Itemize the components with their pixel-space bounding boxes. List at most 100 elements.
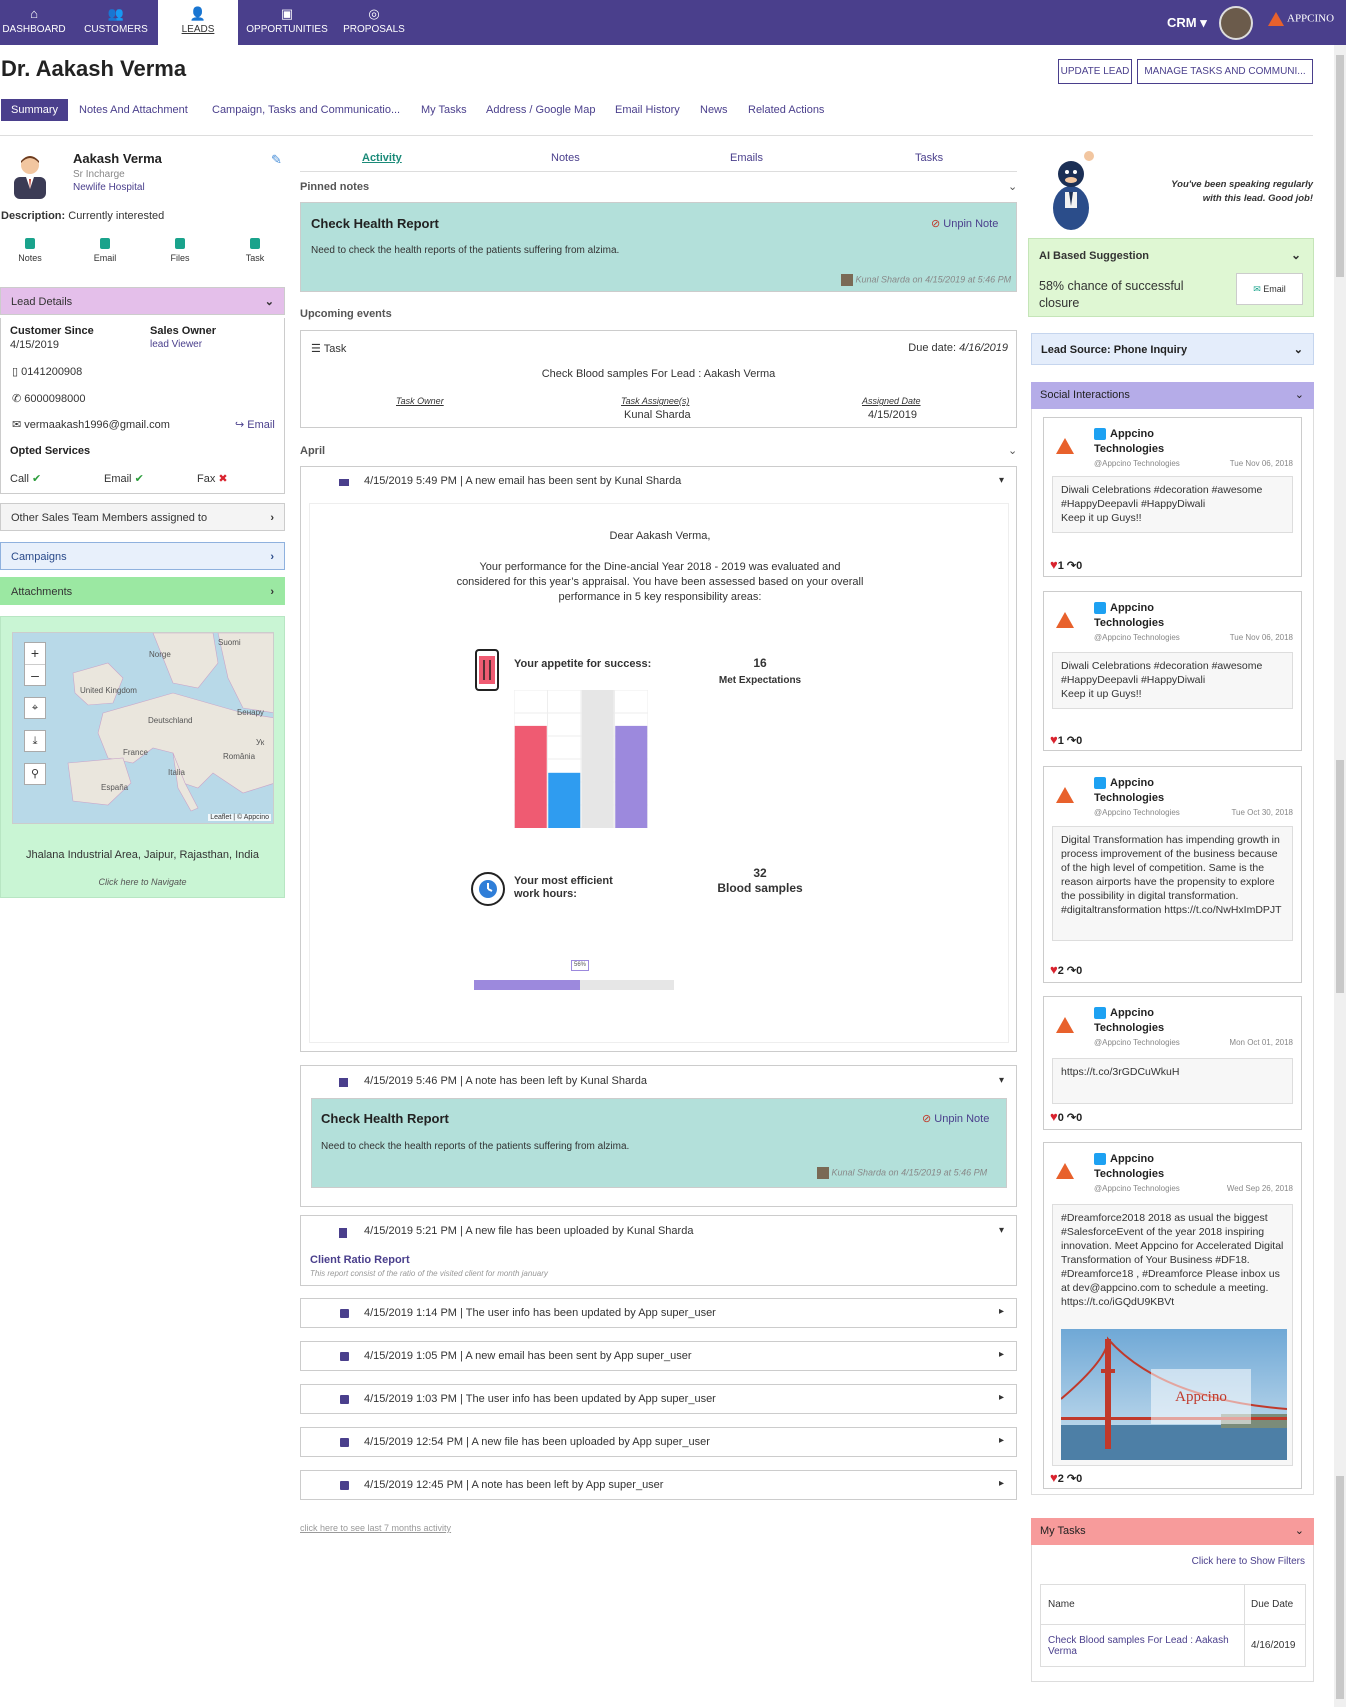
sales-owner-value[interactable]: lead Viewer	[150, 339, 202, 350]
ai-title: AI Based Suggestion	[1039, 250, 1150, 262]
activity-row[interactable]: 4/15/2019 12:54 PM | A new file has been…	[300, 1427, 1017, 1457]
note-icon	[339, 1078, 348, 1087]
tab-campaign-tasks[interactable]: Campaign, Tasks and Communicatio...	[212, 99, 400, 121]
show-filters-link[interactable]: Click here to Show Filters	[1192, 1556, 1305, 1567]
tab-activity[interactable]: Activity	[362, 152, 402, 164]
tweet-date: Tue Nov 06, 2018	[1229, 459, 1293, 468]
tweet-card[interactable]: Appcino Technologies @Appcino Technologi…	[1043, 766, 1302, 983]
nav-opportunities[interactable]: ▣ OPPORTUNITIES	[246, 0, 328, 45]
scroll-thumb[interactable]	[1336, 55, 1344, 277]
profile-org[interactable]: Newlife Hospital	[73, 182, 145, 193]
caret-down-icon[interactable]: ▾	[999, 1075, 1004, 1086]
quick-files[interactable]: Files	[150, 238, 210, 263]
author-avatar	[817, 1167, 829, 1179]
email-link[interactable]: ↪ Email	[235, 418, 275, 431]
activity-row[interactable]: 4/15/2019 1:05 PM | A new email has been…	[300, 1341, 1017, 1371]
campaigns-header[interactable]: Campaigns ›	[0, 542, 285, 570]
tasks-col-name: Name	[1040, 1584, 1245, 1625]
tweet-handle: @Appcino Technologies	[1094, 1038, 1180, 1047]
user-avatar[interactable]	[1219, 6, 1253, 40]
phone-row: ▯ 0141200908	[12, 366, 83, 378]
sales-team-header[interactable]: Other Sales Team Members assigned to ›	[0, 503, 285, 531]
activity-row[interactable]: 4/15/2019 1:03 PM | The user info has be…	[300, 1384, 1017, 1414]
envelope-icon: ✉	[12, 419, 25, 431]
top-navbar: ⌂ DASHBOARD 👥 CUSTOMERS 👤 LEADS ▣ OPPORT…	[0, 0, 1346, 45]
navigate-link[interactable]: Click here to Navigate	[0, 877, 285, 887]
unpin-note-button[interactable]: ⊘ Unpin Note	[922, 1112, 989, 1125]
ai-email-button[interactable]: ✉ Email	[1236, 273, 1303, 305]
tab-tasks[interactable]: Tasks	[915, 152, 943, 164]
unpin-note-button[interactable]: ⊘ Unpin Note	[931, 217, 998, 230]
chevron-down-icon[interactable]: ⌄	[1008, 444, 1017, 457]
tab-summary[interactable]: Summary	[1, 99, 69, 121]
heart-icon: ♥	[1050, 732, 1058, 747]
tab-notes[interactable]: Notes	[551, 152, 580, 164]
tweet-card[interactable]: Appcino Technologies @Appcino Technologi…	[1043, 1142, 1302, 1489]
task-assignee: Kunal Sharda	[624, 409, 691, 421]
activity-row[interactable]: 4/15/2019 12:45 PM | A note has been lef…	[300, 1470, 1017, 1500]
crm-menu[interactable]: CRM ▾	[1167, 15, 1207, 31]
zoom-in-button[interactable]: +	[25, 643, 45, 665]
edit-icon[interactable]: ✎	[271, 152, 282, 168]
envelope-icon	[339, 479, 349, 486]
progress-badge: 56%	[571, 960, 589, 971]
quick-notes[interactable]: Notes	[0, 238, 60, 263]
manage-tasks-button[interactable]: MANAGE TASKS AND COMMUNI...	[1137, 59, 1313, 84]
note-meta: Kunal Sharda on 4/15/2019 at 5:46 PM	[841, 274, 1011, 286]
quick-task[interactable]: Task	[225, 238, 285, 263]
quick-email[interactable]: Email	[75, 238, 135, 263]
tab-related-actions[interactable]: Related Actions	[748, 99, 824, 121]
notes-icon	[25, 238, 35, 249]
user-icon	[340, 1309, 349, 1318]
my-tasks-header[interactable]: My Tasks ⌄	[1031, 1518, 1314, 1545]
tasks-table: Name Due Date Check Blood samples For Le…	[1040, 1584, 1306, 1667]
map-view[interactable]: Suomi Norge United Kingdom Deutschland F…	[12, 632, 274, 824]
scroll-thumb[interactable]	[1336, 760, 1344, 993]
tweet-card[interactable]: Appcino Technologies @Appcino Technologi…	[1043, 996, 1302, 1130]
tab-emails[interactable]: Emails	[730, 152, 763, 164]
map-attribution: Leaflet | © Appcino	[208, 814, 271, 821]
locate-icon[interactable]: ⌖	[24, 697, 46, 719]
chevron-down-icon[interactable]: ⌄	[1008, 180, 1017, 193]
tab-news[interactable]: News	[700, 99, 728, 121]
caret-down-icon[interactable]: ▾	[999, 1225, 1004, 1236]
tweet-text: Digital Transformation has impending gro…	[1052, 826, 1293, 941]
scroll-thumb[interactable]	[1336, 1476, 1344, 1699]
pin-icon[interactable]: ⚲	[24, 763, 46, 785]
tab-notes-attachment[interactable]: Notes And Attachment	[79, 99, 188, 121]
table-row[interactable]: Check Blood samples For Lead : Aakash Ve…	[1040, 1624, 1306, 1667]
leads-icon: 👤	[189, 6, 207, 21]
download-icon[interactable]: ⤓	[24, 730, 46, 752]
chevron-down-icon[interactable]: ⌄	[1291, 248, 1301, 262]
tweet-image[interactable]: Appcino	[1061, 1329, 1287, 1460]
tweet-card[interactable]: Appcino Technologies @Appcino Technologi…	[1043, 417, 1302, 577]
user-icon	[340, 1395, 349, 1404]
task-name-cell[interactable]: Check Blood samples For Lead : Aakash Ve…	[1040, 1624, 1245, 1667]
nav-dashboard[interactable]: ⌂ DASHBOARD	[0, 0, 68, 45]
task-type: ☰ Task	[311, 343, 347, 355]
tab-email-history[interactable]: Email History	[615, 99, 680, 121]
home-icon: ⌂	[30, 6, 38, 21]
activity-row[interactable]: 4/15/2019 1:14 PM | The user info has be…	[300, 1298, 1017, 1328]
zoom-out-button[interactable]: –	[25, 665, 45, 686]
nav-proposals[interactable]: ◎ PROPOSALS	[342, 0, 406, 45]
email-icon	[100, 238, 110, 249]
social-interactions-header[interactable]: Social Interactions ⌄	[1031, 382, 1314, 409]
tab-address-map[interactable]: Address / Google Map	[486, 99, 595, 121]
tab-my-tasks[interactable]: My Tasks	[421, 99, 467, 121]
task-due: Due date: 4/16/2019	[908, 342, 1008, 354]
email-activity-card: 4/15/2019 5:49 PM | A new email has been…	[300, 466, 1017, 1052]
file-title[interactable]: Client Ratio Report	[310, 1254, 410, 1266]
see-more-link[interactable]: click here to see last 7 months activity	[300, 1523, 451, 1533]
handshake-icon: ◎	[368, 6, 380, 21]
lead-source-header[interactable]: Lead Source: Phone Inquiry ⌄	[1031, 333, 1314, 365]
chevron-right-icon: ▸	[998, 1478, 1004, 1489]
update-lead-button[interactable]: UPDATE LEAD	[1058, 59, 1132, 84]
lead-details-header[interactable]: Lead Details ⌄	[0, 287, 285, 315]
tweet-card[interactable]: Appcino Technologies @Appcino Technologi…	[1043, 591, 1302, 751]
task-subject[interactable]: Check Blood samples For Lead : Aakash Ve…	[301, 368, 1016, 380]
caret-down-icon[interactable]: ▾	[999, 475, 1004, 486]
attachments-header[interactable]: Attachments ›	[0, 577, 285, 605]
nav-leads[interactable]: 👤 LEADS	[158, 0, 238, 45]
nav-customers[interactable]: 👥 CUSTOMERS	[80, 0, 152, 45]
